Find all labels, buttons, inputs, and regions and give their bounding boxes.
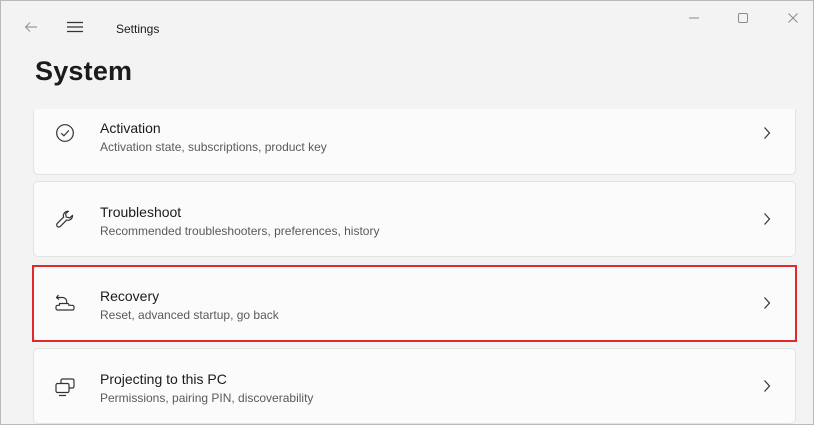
chevron-right-icon (760, 126, 774, 140)
title-bar: Settings (1, 1, 813, 51)
close-icon (788, 13, 798, 23)
projecting-icon (54, 376, 76, 398)
settings-window: Settings System Activation Activation st… (0, 0, 814, 425)
setting-item-troubleshoot[interactable]: Troubleshoot Recommended troubleshooters… (33, 181, 796, 257)
page-title: System (35, 56, 133, 86)
chevron-right-icon (760, 379, 774, 393)
setting-item-activation[interactable]: Activation Activation state, subscriptio… (33, 109, 796, 175)
recovery-icon (54, 292, 76, 314)
setting-item-title: Recovery (100, 288, 160, 304)
activation-check-icon (54, 122, 76, 144)
setting-item-title: Activation (100, 120, 161, 136)
chevron-right-icon (760, 212, 774, 226)
back-arrow-icon (24, 22, 37, 32)
setting-item-title: Projecting to this PC (100, 371, 227, 387)
minimize-button[interactable] (671, 1, 717, 35)
wrench-icon (54, 208, 76, 230)
setting-item-recovery[interactable]: Recovery Reset, advanced startup, go bac… (33, 265, 796, 341)
close-button[interactable] (770, 1, 813, 35)
setting-item-subtitle: Reset, advanced startup, go back (100, 308, 279, 322)
setting-item-subtitle: Recommended troubleshooters, preferences… (100, 224, 380, 238)
app-title: Settings (116, 22, 160, 36)
minimize-icon (689, 17, 699, 19)
navigation-menu-button[interactable] (61, 13, 89, 41)
maximize-icon (738, 13, 748, 23)
setting-item-title: Troubleshoot (100, 204, 182, 220)
back-button[interactable] (17, 13, 45, 41)
settings-list: Activation Activation state, subscriptio… (33, 109, 796, 424)
maximize-button[interactable] (720, 1, 766, 35)
setting-item-subtitle: Permissions, pairing PIN, discoverabilit… (100, 391, 314, 405)
chevron-right-icon (760, 296, 774, 310)
setting-item-subtitle: Activation state, subscriptions, product… (100, 140, 327, 154)
setting-item-projecting[interactable]: Projecting to this PC Permissions, pairi… (33, 348, 796, 424)
hamburger-menu-icon (67, 21, 83, 33)
